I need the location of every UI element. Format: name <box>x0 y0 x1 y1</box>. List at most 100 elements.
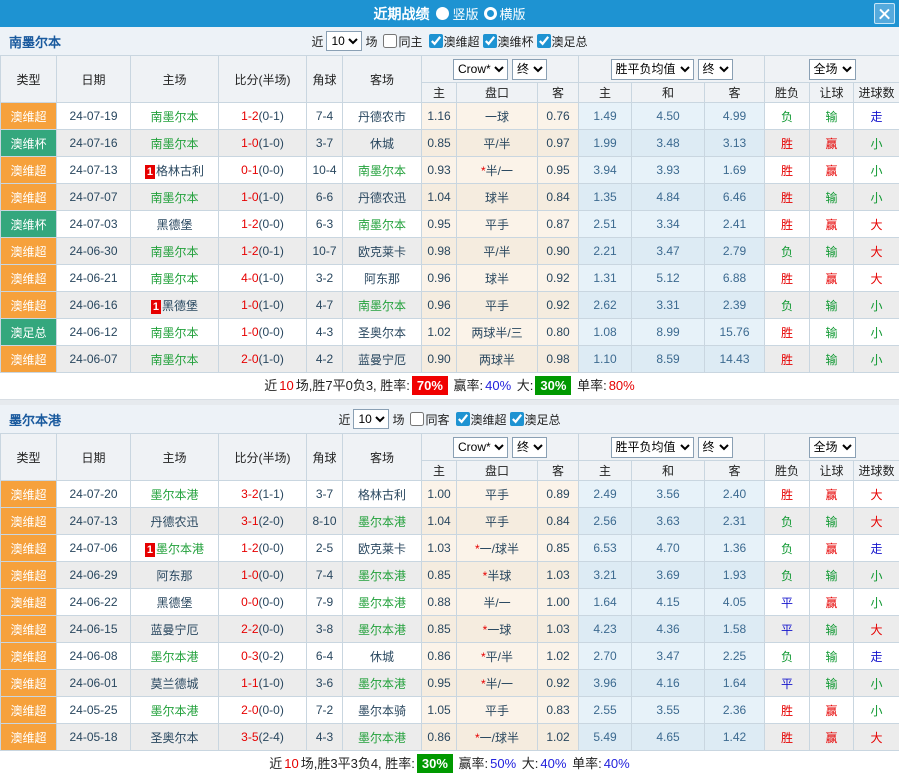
checkbox[interactable] <box>537 34 551 48</box>
same-venue-label: 同主 <box>398 33 422 50</box>
col-away: 客场 <box>343 56 422 103</box>
result-goals: 小 <box>854 184 899 211</box>
checkbox[interactable] <box>383 34 397 48</box>
col-avg-away: 客 <box>705 461 765 481</box>
corner-score: 10-4 <box>307 157 343 184</box>
league-filter-checkbox[interactable]: 澳足总 <box>507 411 561 428</box>
handicap: *一/球半 <box>457 724 538 751</box>
checkbox[interactable] <box>429 34 443 48</box>
team1-results-table: 类型 日期 主场 比分(半场) 角球 客场 Crow*终 胜平负均值终 全场 主… <box>0 55 899 373</box>
away-team: 圣奥尔本 <box>343 319 422 346</box>
match-score: 1-0(1-0) <box>219 130 307 157</box>
league-badge: 澳维超 <box>1 265 57 292</box>
avg-draw: 4.36 <box>632 616 705 643</box>
home-team: 莫兰德城 <box>131 670 219 697</box>
summary-segment: 40% <box>540 756 566 771</box>
avg-home: 1.08 <box>579 319 632 346</box>
same-venue-checkbox[interactable]: 同客 <box>407 411 449 428</box>
team2-summary: 近10场,胜3平3负4, 胜率:30% 赢率:50% 大:40% 单率:40% <box>0 751 899 777</box>
match-row: 澳维杯24-07-16南墨尔本1-0(1-0)3-7休城0.85平/半0.971… <box>1 130 899 157</box>
avg-draw: 3.69 <box>632 562 705 589</box>
match-row: 澳维超24-05-18圣奥尔本3-5(2-4)4-3墨尔本港0.86*一/球半1… <box>1 724 899 751</box>
checkbox[interactable] <box>410 412 424 426</box>
home-odds: 0.98 <box>422 238 457 265</box>
away-team: 墨尔本港 <box>343 562 422 589</box>
avg-away: 4.99 <box>705 103 765 130</box>
corner-score: 4-3 <box>307 319 343 346</box>
avg-draw: 3.55 <box>632 697 705 724</box>
same-venue-checkbox[interactable]: 同主 <box>380 33 422 50</box>
league-filter-checkbox[interactable]: 澳维杯 <box>480 33 534 50</box>
avg-select[interactable]: 胜平负均值 <box>611 437 694 458</box>
avg-home: 2.49 <box>579 481 632 508</box>
league-filter-label: 澳维超 <box>444 33 480 50</box>
home-odds: 1.04 <box>422 508 457 535</box>
match-score: 0-3(0-2) <box>219 643 307 670</box>
odds-group-header: Crow*终 <box>422 434 579 461</box>
corner-score: 3-2 <box>307 265 343 292</box>
same-venue-label: 同客 <box>425 411 449 428</box>
away-team: 南墨尔本 <box>343 292 422 319</box>
league-filter-checkbox[interactable]: 澳维超 <box>426 33 480 50</box>
radio-vertical-layout[interactable]: 竖版 <box>436 4 478 23</box>
avg-select[interactable]: 胜平负均值 <box>611 59 694 80</box>
away-team: 墨尔本港 <box>343 508 422 535</box>
match-count-select[interactable]: 10 <box>353 409 389 429</box>
checkbox[interactable] <box>483 34 497 48</box>
col-away: 客场 <box>343 434 422 481</box>
result-goals: 走 <box>854 535 899 562</box>
match-score: 2-2(0-0) <box>219 616 307 643</box>
scope-select[interactable]: 全场 <box>809 437 856 458</box>
team1-filter-controls: 近 10 场 同主 澳维超澳维杯澳足总 <box>311 31 587 51</box>
corner-score: 6-3 <box>307 211 343 238</box>
away-team: 欧克莱卡 <box>343 535 422 562</box>
match-row: 澳维超24-06-29阿东那1-0(0-0)7-4墨尔本港0.85*半球1.03… <box>1 562 899 589</box>
odds-final-select[interactable]: 终 <box>512 437 547 458</box>
avg-final-select[interactable]: 终 <box>698 59 733 80</box>
result-wdl: 胜 <box>765 157 810 184</box>
handicap: 两球半 <box>457 346 538 373</box>
close-icon[interactable] <box>874 3 895 24</box>
odds-final-select[interactable]: 终 <box>512 59 547 80</box>
match-date: 24-05-25 <box>57 697 131 724</box>
away-odds: 0.80 <box>538 319 579 346</box>
dialog-titlebar: 近期战绩 竖版 横版 <box>0 0 899 27</box>
away-team: 丹德农市 <box>343 103 422 130</box>
result-goals: 小 <box>854 697 899 724</box>
home-odds: 1.03 <box>422 535 457 562</box>
match-count-select[interactable]: 10 <box>326 31 362 51</box>
checkbox[interactable] <box>456 412 470 426</box>
league-badge: 澳维超 <box>1 157 57 184</box>
home-odds: 1.05 <box>422 697 457 724</box>
home-team: 南墨尔本 <box>131 184 219 211</box>
league-badge: 澳维超 <box>1 346 57 373</box>
match-row: 澳维超24-07-131格林古利0-1(0-0)10-4南墨尔本0.93*半/一… <box>1 157 899 184</box>
avg-final-select[interactable]: 终 <box>698 437 733 458</box>
summary-segment: 40% <box>485 378 511 393</box>
odds-company-select[interactable]: Crow* <box>453 59 508 80</box>
col-avg-draw: 和 <box>632 83 705 103</box>
team2-filter-controls: 近 10 场 同客 澳维超澳足总 <box>338 409 560 429</box>
away-odds: 1.03 <box>538 616 579 643</box>
home-team: 1格林古利 <box>131 157 219 184</box>
checkbox[interactable] <box>510 412 524 426</box>
away-team: 欧克莱卡 <box>343 238 422 265</box>
odds-company-select[interactable]: Crow* <box>453 437 508 458</box>
away-odds: 0.90 <box>538 238 579 265</box>
away-team: 南墨尔本 <box>343 211 422 238</box>
avg-home: 4.23 <box>579 616 632 643</box>
avg-home: 1.31 <box>579 265 632 292</box>
result-wdl: 胜 <box>765 130 810 157</box>
home-team: 黑德堡 <box>131 211 219 238</box>
avg-draw: 3.34 <box>632 211 705 238</box>
league-filter-checkbox[interactable]: 澳维超 <box>453 411 507 428</box>
summary-segment: 40% <box>604 756 630 771</box>
result-wdl: 胜 <box>765 697 810 724</box>
radio-horizontal-layout[interactable]: 横版 <box>484 4 526 23</box>
team2-results-table: 类型 日期 主场 比分(半场) 角球 客场 Crow*终 胜平负均值终 全场 主… <box>0 433 899 751</box>
rank-badge: 1 <box>151 300 161 314</box>
league-filter-checkbox[interactable]: 澳足总 <box>534 33 588 50</box>
home-odds: 0.88 <box>422 589 457 616</box>
league-badge: 澳维超 <box>1 724 57 751</box>
scope-select[interactable]: 全场 <box>809 59 856 80</box>
